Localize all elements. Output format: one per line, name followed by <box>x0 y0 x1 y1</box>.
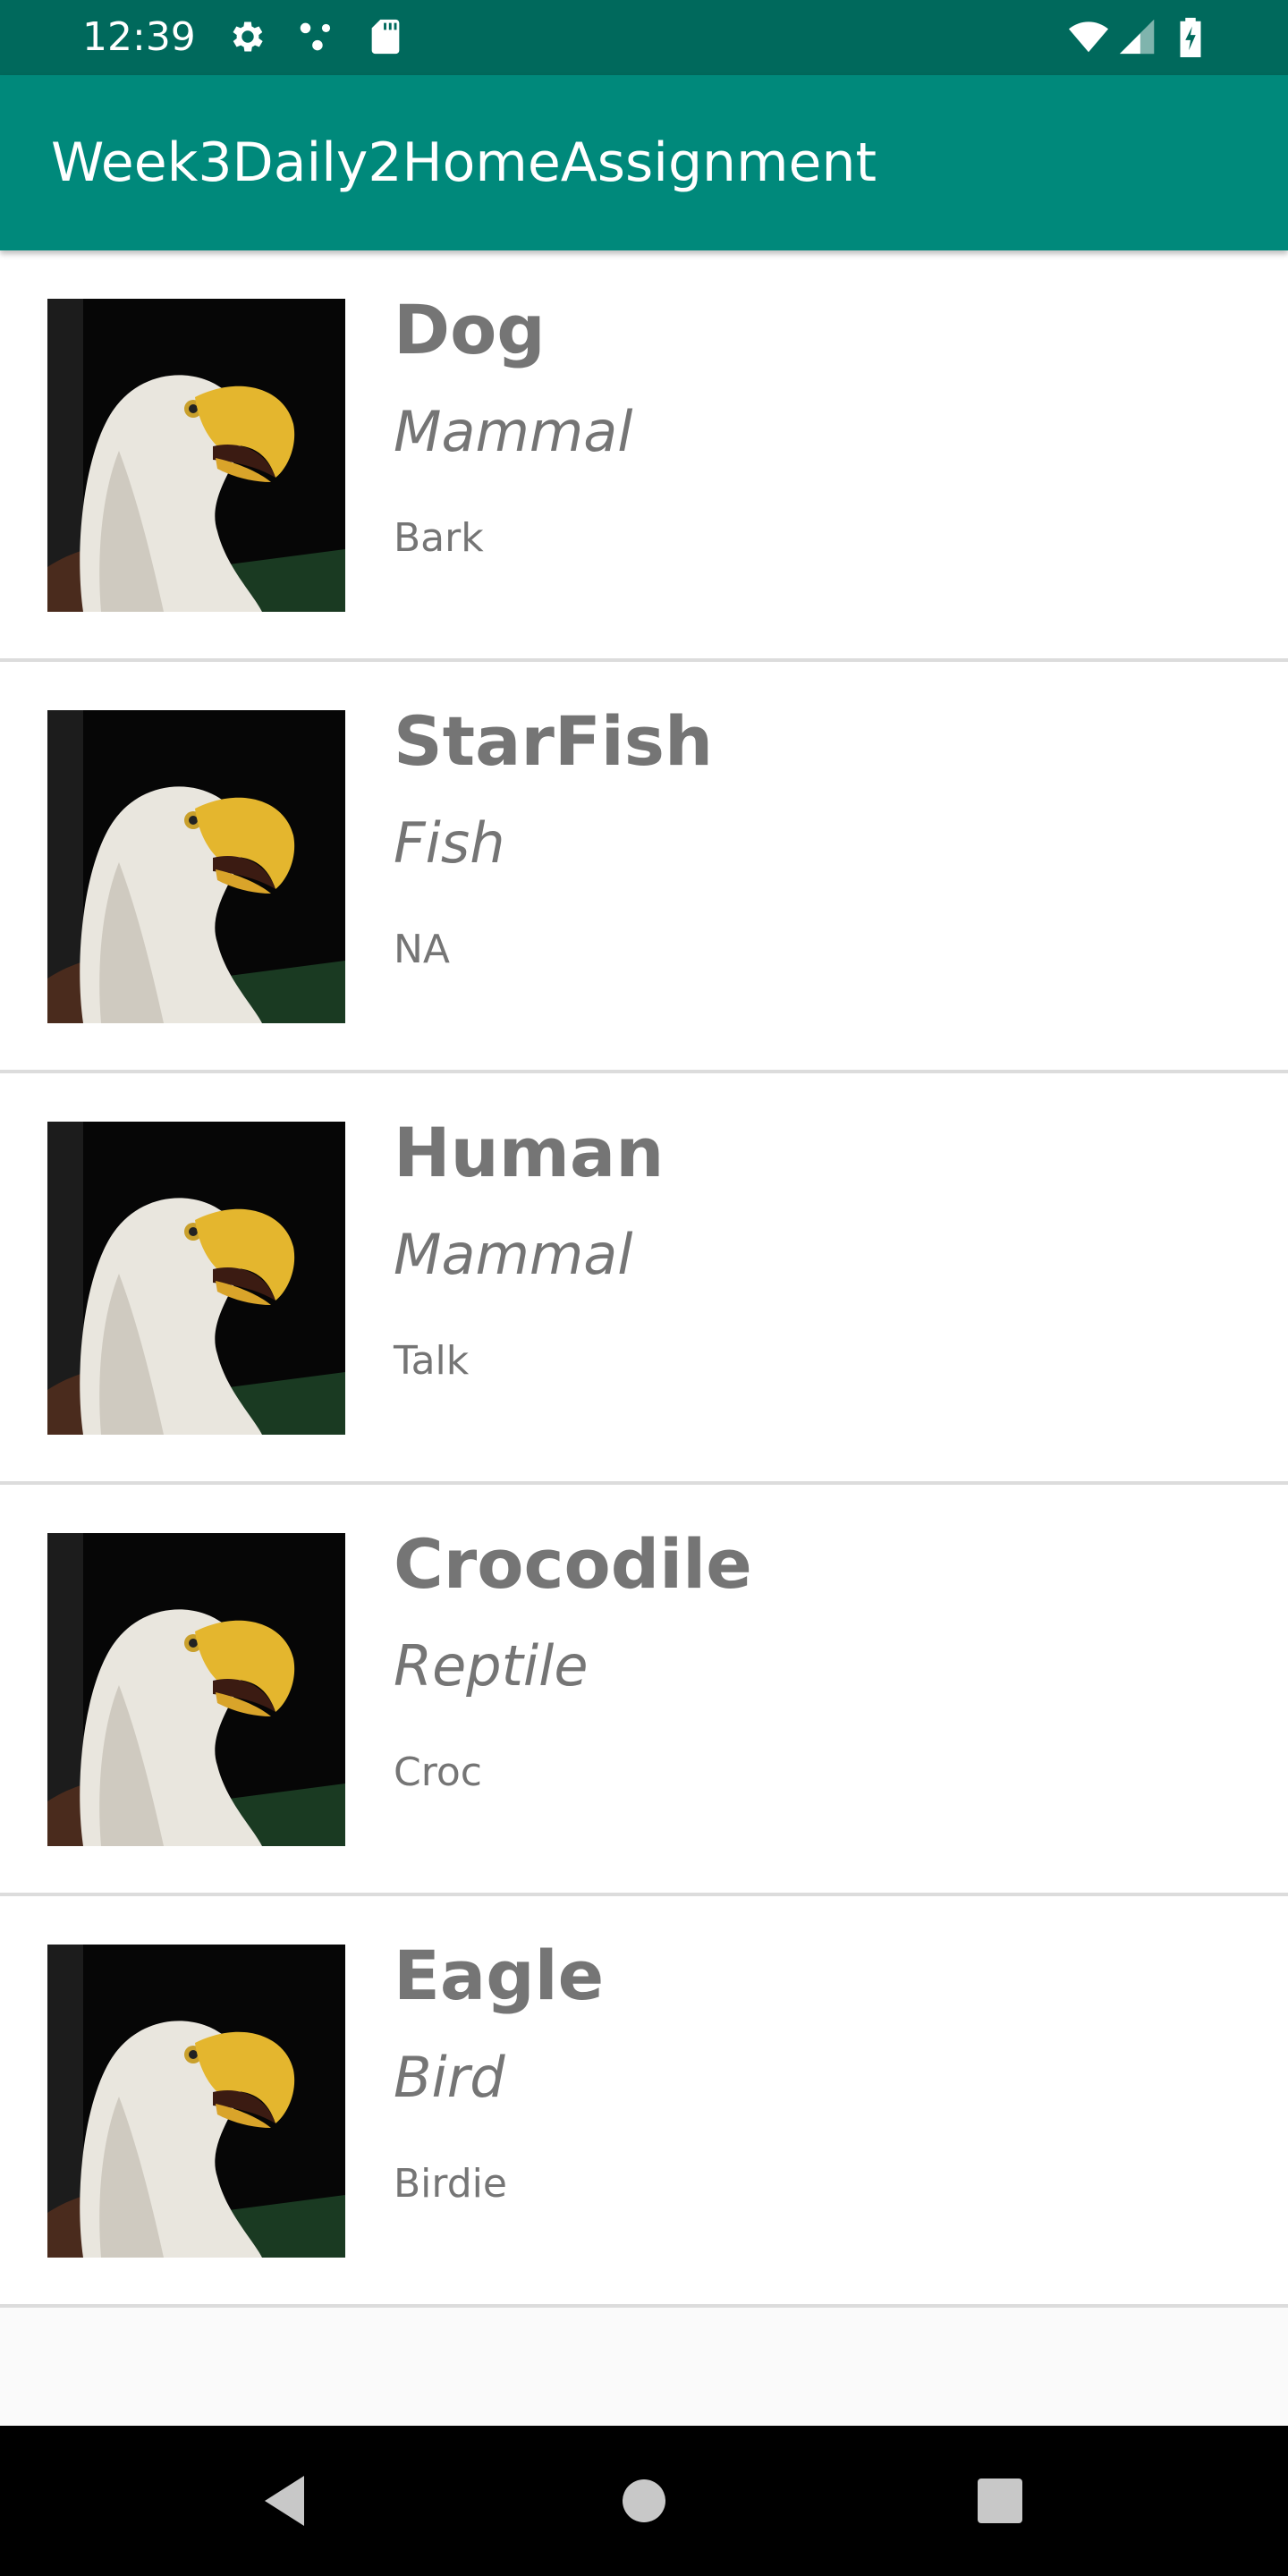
eagle-image <box>47 710 345 1023</box>
animal-type: Fish <box>394 810 505 876</box>
status-time: 12:39 <box>82 14 196 60</box>
eagle-image <box>47 1945 345 2258</box>
recents-icon <box>978 2479 1022 2523</box>
eagle-image <box>47 1122 345 1435</box>
list-item[interactable]: StarFish Fish NA <box>0 662 1288 1073</box>
battery-charging-icon <box>1180 17 1201 57</box>
eagle-image <box>47 299 345 612</box>
signal-icon <box>1119 19 1155 55</box>
list-item[interactable]: Eagle Bird Birdie <box>0 1896 1288 2308</box>
back-button[interactable] <box>249 2465 320 2537</box>
list-item[interactable]: Dog Mammal Bark <box>0 250 1288 662</box>
notification-dots-icon <box>300 22 331 51</box>
sd-card-icon <box>371 19 400 55</box>
animal-name: Human <box>394 1113 665 1192</box>
status-bar: 12:39 <box>0 0 1288 75</box>
eagle-image <box>47 1533 345 1846</box>
app-bar: Week3Daily2HomeAssignment <box>0 75 1288 250</box>
animal-sound: Croc <box>394 1750 482 1795</box>
animal-sound: Birdie <box>394 2161 507 2207</box>
animal-name: Crocodile <box>394 1524 752 1604</box>
app-title: Week3Daily2HomeAssignment <box>51 131 877 194</box>
animal-name: Dog <box>394 290 546 369</box>
list-item[interactable]: Crocodile Reptile Croc <box>0 1485 1288 1896</box>
animal-name: StarFish <box>394 701 714 781</box>
list-item[interactable]: Human Mammal Talk <box>0 1073 1288 1485</box>
animal-sound: NA <box>394 927 451 972</box>
settings-icon <box>233 21 263 52</box>
recents-button[interactable] <box>964 2465 1036 2537</box>
navigation-bar <box>0 2426 1288 2576</box>
animal-sound: Talk <box>394 1338 470 1384</box>
wifi-icon <box>1068 21 1109 53</box>
home-icon <box>623 2479 665 2522</box>
animal-type: Reptile <box>394 1633 589 1699</box>
animal-type: Mammal <box>394 399 633 464</box>
animal-type: Bird <box>394 2045 505 2110</box>
animal-name: Eagle <box>394 1936 605 2015</box>
animal-sound: Bark <box>394 515 484 561</box>
home-button[interactable] <box>608 2465 680 2537</box>
animal-list[interactable]: Dog Mammal Bark StarFish Fish NA Human M… <box>0 250 1288 2308</box>
animal-type: Mammal <box>394 1222 633 1287</box>
back-icon <box>265 2476 304 2526</box>
